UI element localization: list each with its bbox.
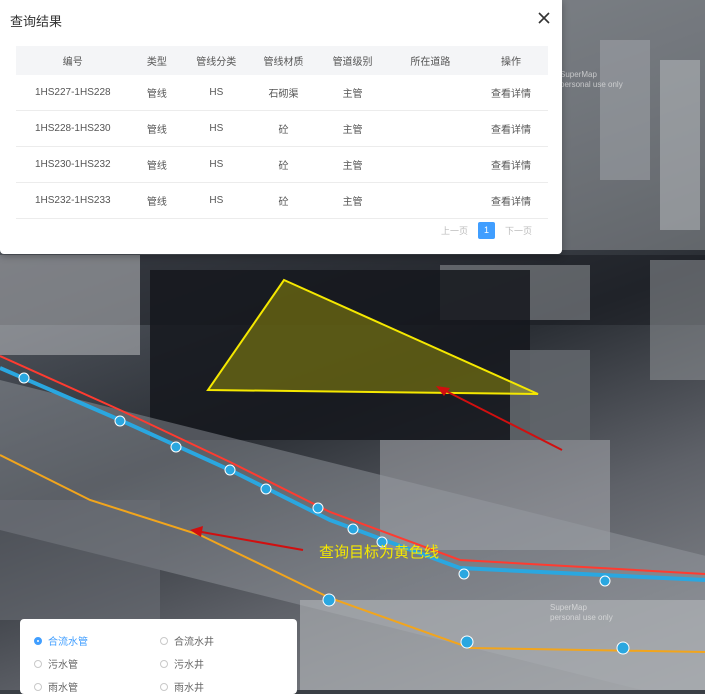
layer-label: 雨水管	[48, 683, 78, 694]
radio-icon[interactable]	[160, 659, 168, 668]
radio-icon[interactable]	[160, 682, 168, 691]
cell-category: HS	[184, 75, 249, 111]
layer-label: 雨水井	[174, 683, 204, 694]
col-header: 操作	[474, 46, 548, 75]
cell-type: 管线	[129, 182, 185, 219]
table-row[interactable]: 1HS232-1HS233 管线 HS 砼 主管 查看详情	[16, 182, 548, 219]
cell-type: 管线	[129, 75, 185, 111]
radio-selected-icon[interactable]	[34, 636, 42, 645]
col-header: 管道级别	[318, 46, 387, 75]
cell-id: 1HS227-1HS228	[16, 75, 130, 111]
table-row[interactable]: 1HS227-1HS228 管线 HS 石砌渠 主管 查看详情	[16, 75, 548, 111]
layer-label: 污水井	[174, 660, 204, 671]
cell-id: 1HS230-1HS232	[16, 146, 130, 183]
cell-road	[386, 75, 475, 111]
page-number-button[interactable]: 1	[477, 222, 495, 239]
cell-material: 砼	[248, 182, 319, 219]
cell-level: 主管	[318, 75, 387, 111]
prev-page-button[interactable]: 上一页	[441, 224, 468, 237]
layer-combined-pipe[interactable]: 合流水管	[34, 633, 88, 648]
cell-type: 管线	[129, 110, 185, 147]
layer-sewer-well[interactable]: 污水井	[160, 656, 204, 671]
close-icon[interactable]	[534, 8, 554, 28]
table-header: 编号 类型 管线分类 管线材质 管道级别 所在道路 操作	[16, 46, 548, 75]
layer-label: 污水管	[48, 660, 78, 671]
cell-category: HS	[184, 146, 249, 183]
layer-rain-well[interactable]: 雨水井	[160, 679, 204, 694]
radio-icon[interactable]	[34, 682, 42, 691]
table-row[interactable]: 1HS228-1HS230 管线 HS 砼 主管 查看详情	[16, 110, 548, 147]
cell-category: HS	[184, 110, 249, 147]
radio-icon[interactable]	[34, 659, 42, 668]
cell-road	[386, 146, 475, 183]
col-header: 管线分类	[184, 46, 249, 75]
cell-level: 主管	[318, 110, 387, 147]
radio-icon[interactable]	[160, 636, 168, 645]
layer-sewer-pipe[interactable]: 污水管	[34, 656, 78, 671]
layer-legend-panel: 合流水管 合流水井 污水管 污水井 雨水管 雨水井	[20, 619, 297, 694]
query-highlight-area	[206, 278, 539, 395]
next-page-button[interactable]: 下一页	[505, 224, 532, 237]
cell-material: 砼	[248, 110, 319, 147]
table-row[interactable]: 1HS230-1HS232 管线 HS 砼 主管 查看详情	[16, 146, 548, 183]
cell-material: 石砌渠	[248, 75, 319, 111]
cell-id: 1HS228-1HS230	[16, 110, 130, 147]
col-header: 所在道路	[386, 46, 475, 75]
cell-road	[386, 110, 475, 147]
cell-level: 主管	[318, 146, 387, 183]
layer-combined-well[interactable]: 合流水井	[160, 633, 214, 648]
query-result-dialog: 查询结果 编号 类型 管线分类 管线材质 管道级别 所在道路 操作 1HS227…	[0, 0, 562, 254]
dialog-title: 查询结果	[10, 14, 63, 29]
col-header: 编号	[16, 46, 130, 75]
view-details-link[interactable]: 查看详情	[474, 146, 548, 183]
col-header: 管线材质	[248, 46, 319, 75]
cell-road	[386, 182, 475, 219]
cell-material: 砼	[248, 146, 319, 183]
view-details-link[interactable]: 查看详情	[474, 110, 548, 147]
result-table: 编号 类型 管线分类 管线材质 管道级别 所在道路 操作 1HS227-1HS2…	[16, 46, 548, 219]
view-details-link[interactable]: 查看详情	[474, 182, 548, 219]
watermark-top: SuperMap personal use only	[560, 70, 623, 89]
view-details-link[interactable]: 查看详情	[474, 75, 548, 111]
col-header: 类型	[129, 46, 185, 75]
layer-rain-pipe[interactable]: 雨水管	[34, 679, 78, 694]
layer-label: 合流水管	[48, 637, 88, 648]
arrow-to-area	[439, 387, 563, 451]
cell-level: 主管	[318, 182, 387, 219]
watermark-bottom: SuperMap personal use only	[550, 603, 613, 622]
cell-id: 1HS232-1HS233	[16, 182, 130, 219]
cell-category: HS	[184, 182, 249, 219]
map-annotation: 查询目标为黄色线	[319, 544, 440, 561]
pagination: 上一页 1 下一页	[441, 222, 532, 239]
cell-type: 管线	[129, 146, 185, 183]
layer-label: 合流水井	[174, 637, 214, 648]
